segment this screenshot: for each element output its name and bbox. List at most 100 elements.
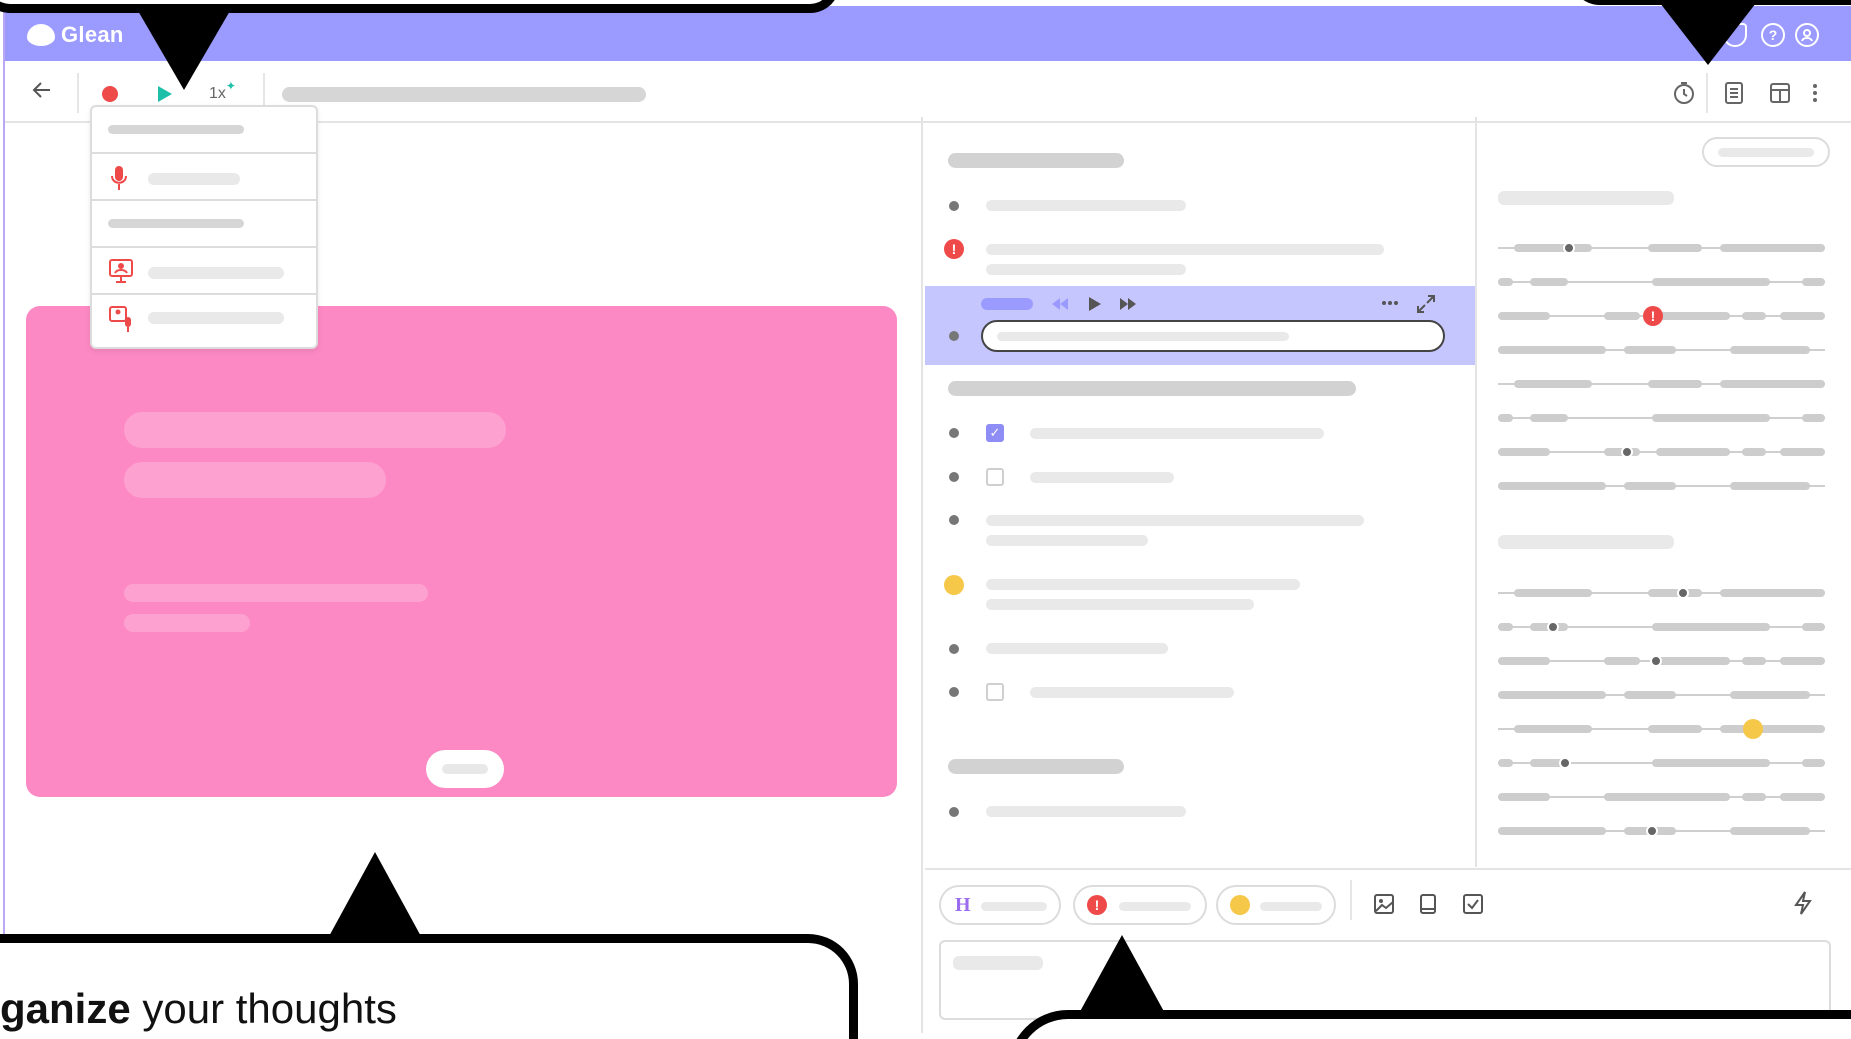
timeline-segment[interactable] [1730, 827, 1810, 835]
timeline-segment[interactable] [1720, 244, 1825, 252]
timeline-segment[interactable] [1514, 244, 1592, 252]
task-line-placeholder[interactable] [1030, 428, 1324, 439]
task-checkbox-checked[interactable]: ✓ [986, 424, 1004, 442]
timeline-marker[interactable] [1650, 655, 1662, 667]
task-line-placeholder[interactable] [1030, 472, 1174, 483]
slide-preview-card[interactable] [26, 306, 897, 797]
timeline-segment[interactable] [1780, 793, 1825, 801]
timeline-segment[interactable] [1802, 623, 1825, 631]
filter-pill[interactable] [1702, 137, 1830, 167]
timeline-segment[interactable] [1742, 448, 1766, 456]
layout-button[interactable] [1769, 81, 1791, 110]
timeline-segment[interactable] [1652, 414, 1770, 422]
note-line-placeholder[interactable] [986, 535, 1148, 546]
heading-chip[interactable]: H [939, 885, 1061, 925]
timeline-segment[interactable] [1742, 312, 1766, 320]
document-title-placeholder[interactable] [282, 87, 646, 102]
timeline-segment[interactable] [1514, 725, 1592, 733]
more-horizontal-icon[interactable] [1381, 300, 1399, 306]
timeline-segment[interactable] [1780, 312, 1825, 320]
task-checkbox[interactable] [986, 468, 1004, 486]
note-edit-input[interactable] [981, 320, 1445, 352]
timeline-segment[interactable] [1514, 380, 1592, 388]
timeline-segment[interactable] [1648, 725, 1702, 733]
help-icon[interactable]: ? [1761, 23, 1785, 47]
timeline-segment[interactable] [1720, 380, 1825, 388]
timeline-marker[interactable] [1559, 757, 1571, 769]
timeline-segment[interactable] [1498, 346, 1606, 354]
book-icon[interactable] [1418, 893, 1438, 915]
record-button[interactable] [102, 86, 118, 102]
task-checkbox[interactable] [986, 683, 1004, 701]
timeline-segment[interactable] [1742, 793, 1766, 801]
task-line-placeholder[interactable] [1030, 687, 1234, 698]
image-icon[interactable] [1373, 893, 1395, 915]
timeline-segment[interactable] [1648, 380, 1702, 388]
timeline-segment[interactable] [1656, 657, 1730, 665]
composer-input[interactable] [939, 940, 1831, 1020]
timeline-segment[interactable] [1498, 278, 1513, 286]
timeline-segment[interactable] [1656, 448, 1730, 456]
timeline-segment[interactable] [1652, 623, 1770, 631]
timeline-segment[interactable] [1498, 414, 1513, 422]
back-button[interactable] [31, 79, 53, 107]
timeline-segment[interactable] [1742, 657, 1766, 665]
note-line-placeholder[interactable] [986, 264, 1186, 275]
more-button[interactable] [1811, 81, 1819, 110]
timeline-segment[interactable] [1624, 482, 1676, 490]
note-line-placeholder[interactable] [986, 643, 1168, 654]
timeline-segment[interactable] [1498, 448, 1550, 456]
timeline-segment[interactable] [1648, 589, 1702, 597]
note-line-placeholder[interactable] [986, 579, 1300, 590]
timeline-segment[interactable] [1780, 657, 1825, 665]
timeline-segment[interactable] [1720, 725, 1825, 733]
note-line-placeholder[interactable] [986, 806, 1186, 817]
note-line-placeholder[interactable] [986, 515, 1364, 526]
timeline-marker[interactable] [1621, 446, 1633, 458]
dropdown-item-record-audio[interactable] [92, 154, 316, 201]
timeline-segment[interactable] [1604, 657, 1640, 665]
brand-logo[interactable]: Glean [27, 22, 124, 48]
timeline-segment[interactable] [1730, 346, 1810, 354]
timeline-segment[interactable] [1802, 414, 1825, 422]
timeline-segment[interactable] [1530, 414, 1568, 422]
timeline-segment[interactable] [1720, 589, 1825, 597]
fast-forward-icon[interactable] [1119, 297, 1137, 311]
timeline-segment[interactable] [1604, 793, 1730, 801]
playback-progress[interactable] [981, 298, 1033, 310]
rewind-icon[interactable] [1051, 297, 1069, 311]
alert-icon[interactable]: ! [1643, 306, 1663, 326]
notes-button[interactable] [1723, 81, 1745, 110]
note-line-placeholder[interactable] [986, 200, 1186, 211]
timeline-segment[interactable] [1652, 278, 1770, 286]
note-line-placeholder[interactable] [986, 599, 1254, 610]
timeline-segment[interactable] [1624, 691, 1676, 699]
timeline-marker[interactable] [1646, 825, 1658, 837]
timeline-marker[interactable] [1677, 587, 1689, 599]
timeline-segment[interactable] [1624, 346, 1676, 354]
timeline-segment[interactable] [1802, 759, 1825, 767]
timeline-segment[interactable] [1498, 623, 1513, 631]
checkbox-icon[interactable] [1462, 893, 1484, 915]
timeline-segment[interactable] [1498, 759, 1513, 767]
timeline-marker[interactable] [1547, 621, 1559, 633]
timeline-segment[interactable] [1802, 278, 1825, 286]
emoji-chip[interactable] [1216, 885, 1336, 925]
timeline-segment[interactable] [1498, 827, 1606, 835]
timeline-segment[interactable] [1530, 278, 1568, 286]
slide-button[interactable] [426, 750, 504, 788]
timeline-segment[interactable] [1780, 448, 1825, 456]
timer-button[interactable] [1672, 81, 1696, 110]
dropdown-item-record-screen[interactable] [92, 248, 316, 295]
timeline-segment[interactable] [1604, 312, 1640, 320]
timeline-segment[interactable] [1498, 691, 1606, 699]
thinking-emoji-icon[interactable] [1743, 719, 1763, 739]
account-icon[interactable] [1795, 23, 1819, 47]
timeline-segment[interactable] [1498, 312, 1550, 320]
note-line-placeholder[interactable] [986, 244, 1384, 255]
timeline-segment[interactable] [1730, 482, 1810, 490]
timeline-segment[interactable] [1730, 691, 1810, 699]
alert-chip[interactable]: ! [1073, 885, 1207, 925]
timeline-segment[interactable] [1498, 657, 1550, 665]
lightning-icon[interactable] [1793, 891, 1813, 915]
